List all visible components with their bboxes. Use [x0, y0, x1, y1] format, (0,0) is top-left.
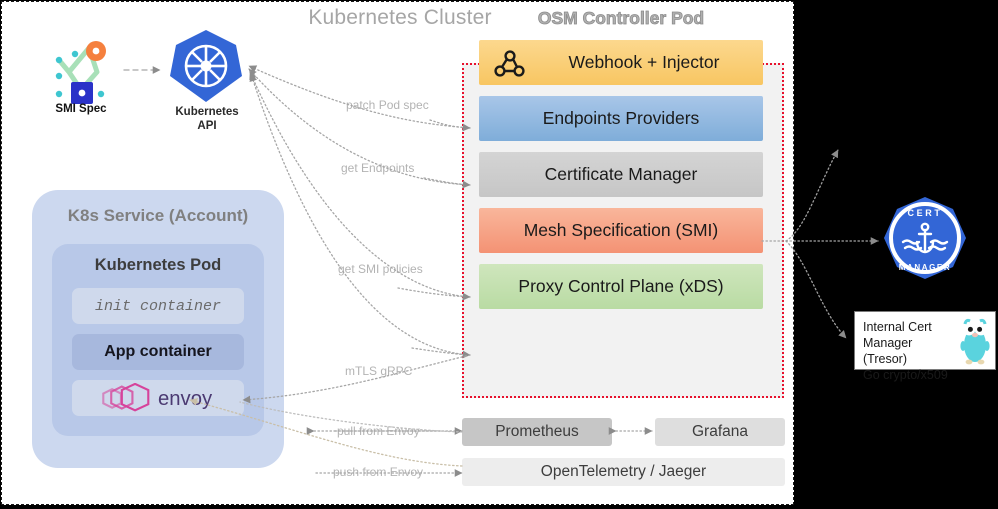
smi-spec-label: SMI Spec: [55, 103, 107, 115]
internal-cert-manager-text: Internal Cert Manager (Tresor) Go crypto…: [863, 319, 959, 383]
edge-label-get-smi-policies: get SMI policies: [338, 262, 423, 276]
diagram-canvas: Kubernetes Cluster SMI Spec Kubernetes A…: [0, 0, 998, 509]
osm-row-webhook-injector[interactable]: Webhook + Injector: [479, 40, 763, 85]
kubernetes-pod-box: Kubernetes Pod init container App contai…: [52, 244, 264, 436]
osm-row-label: Mesh Specification (SMI): [523, 220, 719, 240]
app-container-box: App container: [72, 334, 244, 370]
edge-label-mtls-grpc: mTLS gRPC: [345, 364, 413, 378]
opentelemetry-jaeger-box[interactable]: OpenTelemetry / Jaeger: [462, 458, 785, 486]
envoy-container-box: envoy: [72, 380, 244, 416]
webhook-icon: [493, 48, 525, 78]
cert-manager-bottom-text: MANAGER: [899, 263, 952, 272]
cert-manager-logo-icon: CERT MANAGER: [883, 196, 967, 280]
k8s-service-title: K8s Service (Account): [67, 206, 249, 225]
callout-line3: Go crypto/x509: [863, 368, 948, 382]
kubernetes-api-label: Kubernetes API: [155, 105, 259, 133]
kubernetes-logo-icon: [168, 28, 244, 104]
osm-row-proxy-control-plane[interactable]: Proxy Control Plane (xDS): [479, 264, 763, 309]
osm-row-mesh-specification[interactable]: Mesh Specification (SMI): [479, 208, 763, 253]
callout-line1: Internal Cert: [863, 320, 932, 334]
go-gopher-icon: [959, 318, 991, 366]
osm-row-label: Certificate Manager: [544, 164, 698, 184]
osm-row-certificate-manager[interactable]: Certificate Manager: [479, 152, 763, 197]
init-container-box: init container: [72, 288, 244, 324]
osm-controller-pod-title: OSM Controller Pod: [537, 8, 705, 29]
osm-row-label: Endpoints Providers: [542, 108, 700, 128]
callout-line2: Manager (Tresor): [863, 336, 913, 366]
init-container-label: init container: [94, 297, 222, 315]
grafana-box[interactable]: Grafana: [655, 418, 785, 446]
kubernetes-pod-title: Kubernetes Pod: [94, 256, 222, 274]
internal-cert-manager-callout: Internal Cert Manager (Tresor) Go crypto…: [854, 311, 996, 382]
osm-row-endpoints-providers[interactable]: Endpoints Providers: [479, 96, 763, 141]
edge-label-push-from-envoy: push from Envoy: [333, 465, 424, 479]
opentelemetry-label: OpenTelemetry / Jaeger: [540, 463, 707, 480]
osm-row-label: Proxy Control Plane (xDS): [518, 276, 724, 296]
edge-label-get-endpoints: get Endpoints: [341, 161, 415, 175]
cert-manager-top-text: CERT: [908, 208, 943, 218]
kubernetes-api-label-line2: API: [197, 120, 217, 132]
edge-label-pull-from-envoy: pull from Envoy: [337, 424, 420, 438]
prometheus-box[interactable]: Prometheus: [462, 418, 612, 446]
grafana-label: Grafana: [691, 423, 748, 440]
edge-label-patch-pod-spec: patch Pod spec: [346, 98, 429, 112]
kubernetes-api-label-line1: Kubernetes: [175, 106, 239, 118]
envoy-wordmark: envoy: [158, 388, 213, 410]
app-container-label: App container: [104, 343, 212, 360]
envoy-logo-icon: envoy: [102, 383, 213, 412]
prometheus-label: Prometheus: [495, 423, 579, 440]
